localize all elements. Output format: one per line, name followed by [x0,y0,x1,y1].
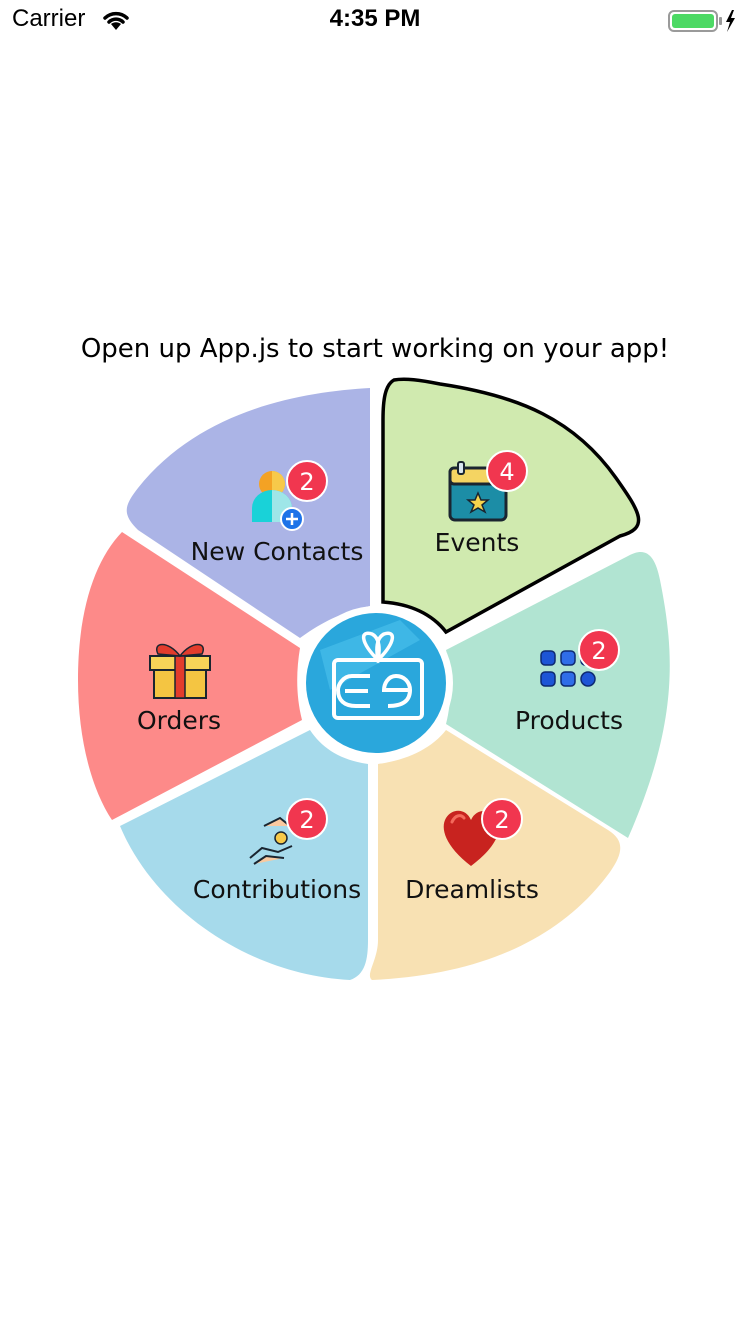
badge-events-count: 4 [499,458,514,486]
segment-orders-label: Orders [137,706,221,735]
badge-new-contacts: 2 [286,460,328,502]
badge-contributions: 2 [286,798,328,840]
badge-dreamlists: 2 [481,798,523,840]
badge-contributions-count: 2 [299,806,314,834]
segment-new-contacts-label: New Contacts [191,537,364,566]
badge-products: 2 [578,629,620,671]
badge-products-count: 2 [591,637,606,665]
badge-dreamlists-count: 2 [494,806,509,834]
badge-events: 4 [486,450,528,492]
center-logo-button[interactable] [299,606,453,760]
segment-events-label: Events [435,528,520,557]
menu-wheel: New Contacts 2 Events 4 Products 2 Dream… [78,377,670,980]
segment-products-label: Products [515,706,623,735]
badge-new-contacts-count: 2 [299,468,314,496]
segment-contributions-label: Contributions [193,875,361,904]
segment-dreamlists-label: Dreamlists [405,875,539,904]
